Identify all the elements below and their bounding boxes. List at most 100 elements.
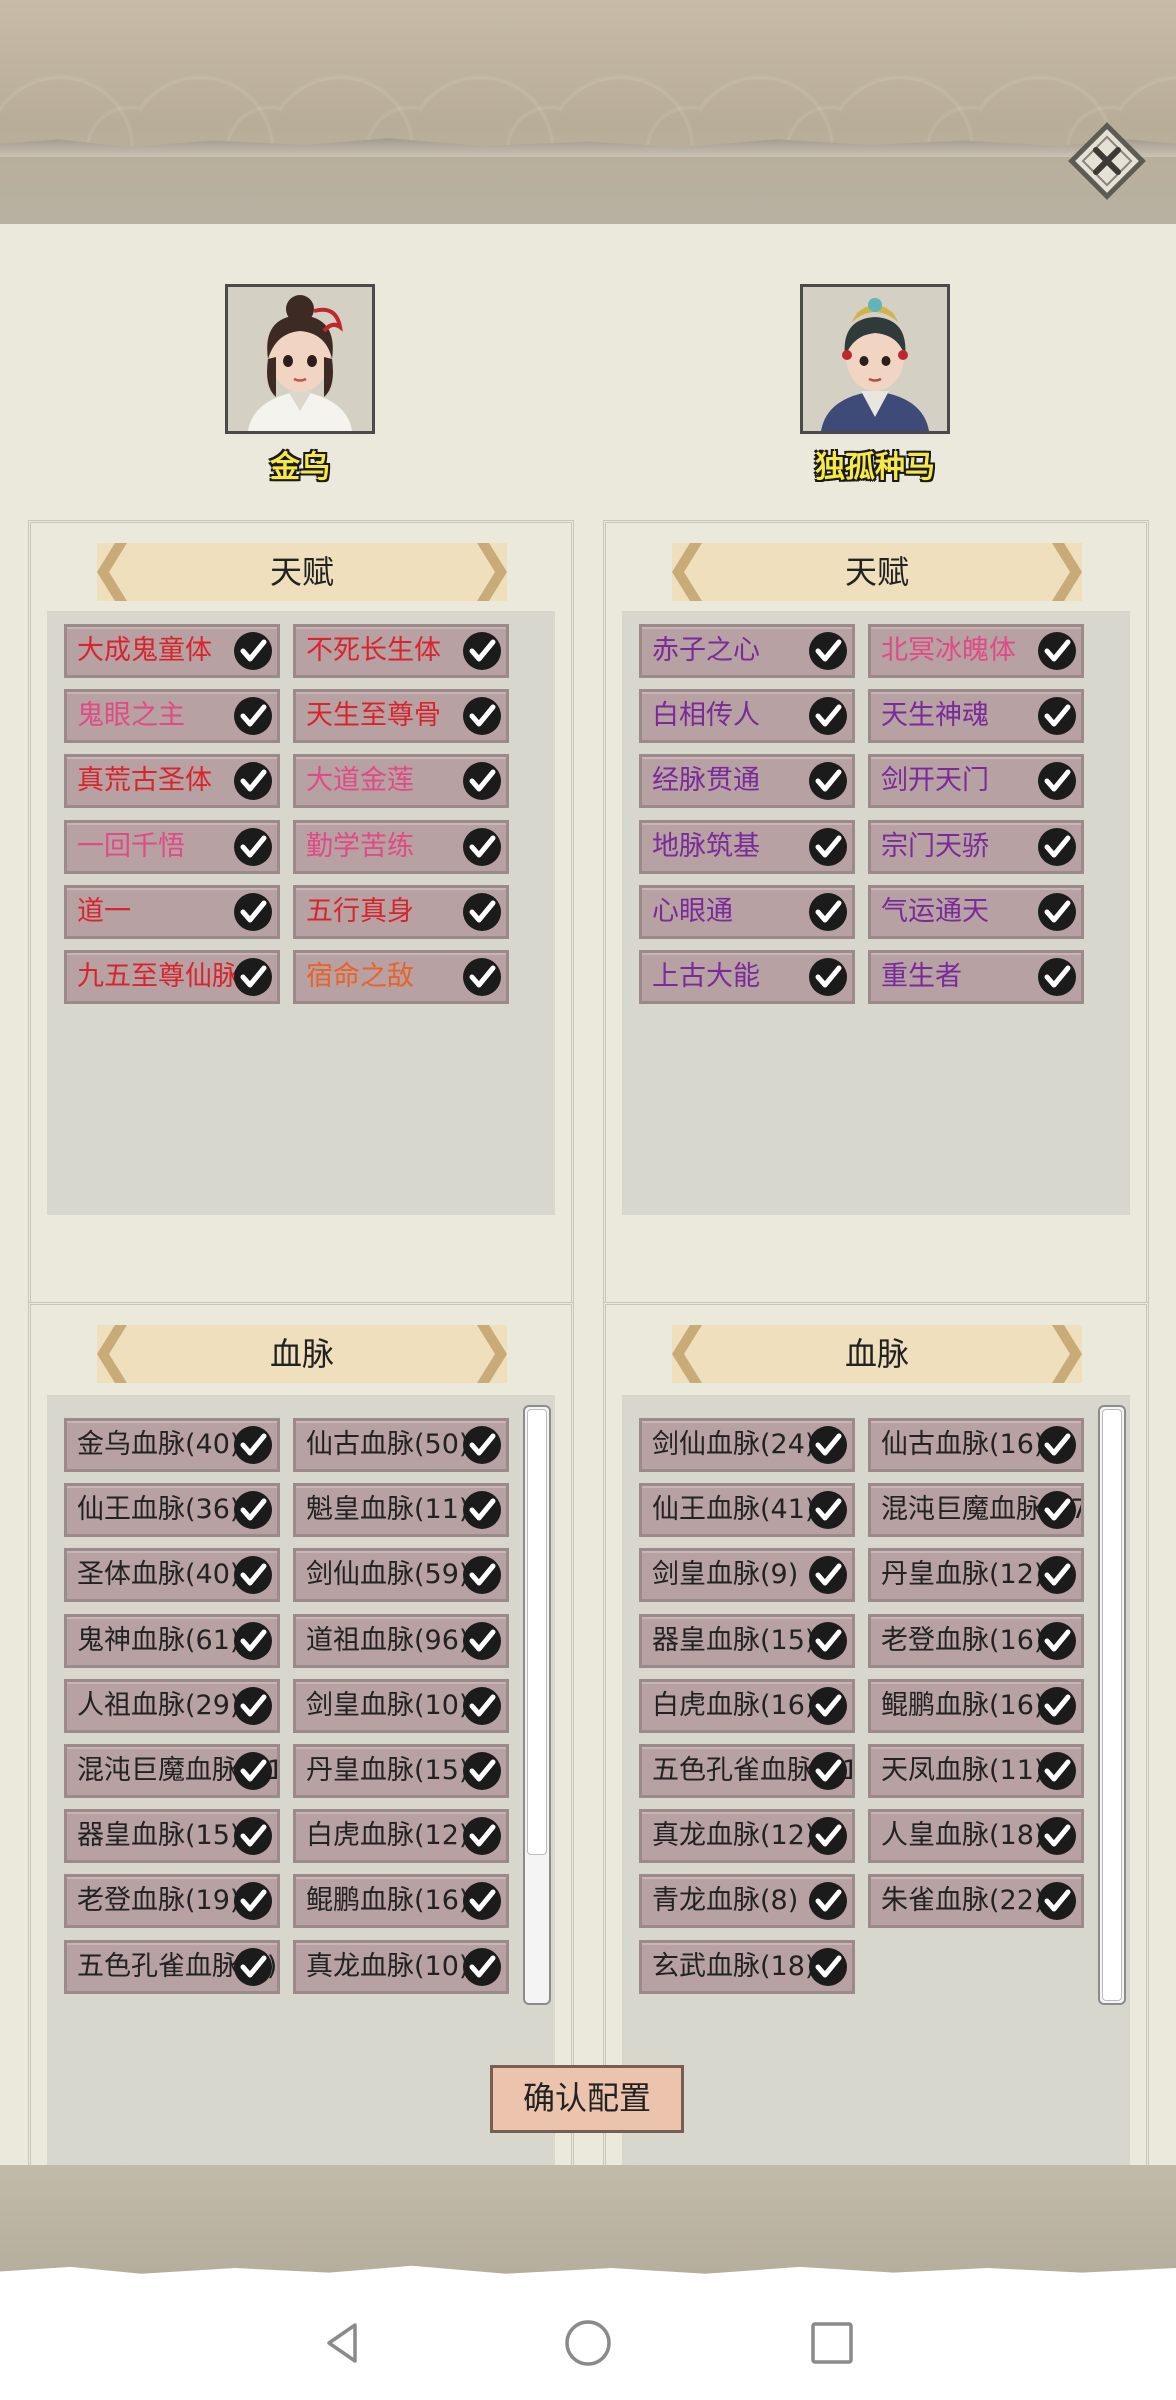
talent-item[interactable]: 赤子之心 <box>639 624 855 678</box>
character-name: 金乌 <box>270 450 330 485</box>
checkmark-icon <box>461 1489 503 1531</box>
bloodline-item[interactable]: 圣体血脉(40) <box>64 1548 280 1603</box>
checkmark-icon <box>232 826 274 868</box>
checkmark-icon <box>807 1750 849 1792</box>
talent-item[interactable]: 气运通天 <box>868 884 1084 939</box>
bloodline-label: 白虎血脉(12) <box>306 1820 470 1852</box>
talent-item[interactable]: 九五至尊仙脉 <box>64 950 280 1004</box>
nav-recents-button[interactable] <box>802 2313 862 2373</box>
talent-label: 北冥冰魄体 <box>881 635 1016 666</box>
bloodline-item[interactable]: 老登血脉(19) <box>64 1874 280 1929</box>
talent-item[interactable]: 天生至尊骨 <box>293 689 509 744</box>
checkmark-icon <box>232 1750 274 1792</box>
bloodline-item[interactable]: 五色孔雀血脉(21) <box>639 1744 855 1798</box>
bloodline-item[interactable]: 魁皇血脉(11) <box>293 1483 509 1538</box>
close-button[interactable] <box>1062 116 1152 206</box>
talent-item[interactable]: 大道金莲 <box>293 754 509 809</box>
talent-item[interactable]: 五行真身 <box>293 884 509 939</box>
bloodline-label: 仙古血脉(16) <box>881 1429 1045 1460</box>
checkmark-icon <box>807 1424 849 1466</box>
talent-item[interactable]: 道一 <box>64 884 280 939</box>
bloodline-item[interactable]: 金乌血脉(40) <box>64 1418 280 1472</box>
checkmark-icon <box>461 760 503 802</box>
bloodline-item[interactable]: 五色孔雀血脉(8) <box>64 1939 280 1994</box>
bloodline-item[interactable]: 鲲鹏血脉(16) <box>293 1874 509 1929</box>
bloodline-item[interactable]: 鬼神血脉(61) <box>64 1613 280 1668</box>
bloodline-item[interactable]: 丹皇血脉(15) <box>293 1744 509 1798</box>
checkmark-icon <box>232 760 274 802</box>
nav-back-button[interactable] <box>313 2313 373 2373</box>
bloodline-item[interactable]: 鲲鹏血脉(16) <box>868 1678 1084 1733</box>
checkmark-icon <box>807 1815 849 1857</box>
bloodline-item[interactable]: 混沌巨魔血脉(27) <box>868 1483 1084 1538</box>
nav-home-button[interactable] <box>558 2313 618 2373</box>
talent-label: 一回千悟 <box>77 830 185 862</box>
bloodline-label: 道祖血脉(96) <box>306 1624 470 1656</box>
talent-item[interactable]: 勤学苦练 <box>293 819 509 874</box>
bloodline-item[interactable]: 人祖血脉(29) <box>64 1678 280 1733</box>
talent-item[interactable]: 一回千悟 <box>64 819 280 874</box>
bloodline-item[interactable]: 器皇血脉(15) <box>64 1809 280 1864</box>
checkmark-icon <box>807 1685 849 1727</box>
bloodline-item[interactable]: 剑仙血脉(24) <box>639 1418 855 1472</box>
talent-item[interactable]: 剑开天门 <box>868 754 1084 809</box>
talent-label: 大成鬼童体 <box>77 635 212 666</box>
bloodline-item[interactable]: 天凤血脉(11) <box>868 1744 1084 1798</box>
scrollbar-right[interactable] <box>1098 1405 1126 2005</box>
talent-item[interactable]: 真荒古圣体 <box>64 754 280 809</box>
chevron-right-icon <box>1052 1325 1082 1383</box>
bloodline-label: 天凤血脉(11) <box>881 1755 1045 1786</box>
checkmark-icon <box>461 1946 503 1988</box>
bloodline-item[interactable]: 仙古血脉(50) <box>293 1418 509 1472</box>
talent-item[interactable]: 上古大能 <box>639 950 855 1004</box>
talent-item[interactable]: 天生神魂 <box>868 689 1084 744</box>
bloodline-item[interactable]: 朱雀血脉(22) <box>868 1874 1084 1929</box>
bloodline-item[interactable]: 玄武血脉(18) <box>639 1939 855 1994</box>
talent-item[interactable]: 大成鬼童体 <box>64 624 280 678</box>
checkmark-icon <box>232 1815 274 1857</box>
talent-item[interactable]: 心眼通 <box>639 884 855 939</box>
talent-item[interactable]: 宿命之敌 <box>293 950 509 1004</box>
male-portrait-icon <box>803 287 947 431</box>
scroll-thumb[interactable] <box>1102 1409 1122 2001</box>
talent-item[interactable]: 宗门天骄 <box>868 819 1084 874</box>
talent-item[interactable]: 不死长生体 <box>293 624 509 678</box>
bloodline-item[interactable]: 仙古血脉(16) <box>868 1418 1084 1472</box>
talent-item[interactable]: 白相传人 <box>639 689 855 744</box>
female-portrait-icon <box>228 287 372 431</box>
confirm-config-button[interactable]: 确认配置 <box>490 2065 684 2133</box>
bloodline-item[interactable]: 真龙血脉(10) <box>293 1939 509 1994</box>
talent-label: 天生神魂 <box>881 700 989 732</box>
bloodline-item[interactable]: 仙王血脉(36) <box>64 1483 280 1538</box>
scrollbar-left[interactable] <box>523 1405 551 2005</box>
bloodline-item[interactable]: 老登血脉(16) <box>868 1613 1084 1668</box>
checkmark-icon <box>1036 760 1078 802</box>
checkmark-icon <box>807 1489 849 1531</box>
bloodline-item[interactable]: 白虎血脉(12) <box>293 1809 509 1864</box>
talent-item[interactable]: 北冥冰魄体 <box>868 624 1084 678</box>
bloodline-label: 鲲鹏血脉(16) <box>306 1885 470 1917</box>
bloodline-label: 剑仙血脉(24) <box>652 1429 816 1460</box>
talent-item[interactable]: 经脉贯通 <box>639 754 855 809</box>
bloodline-item[interactable]: 剑仙血脉(59) <box>293 1548 509 1603</box>
scroll-thumb[interactable] <box>527 1409 547 1855</box>
checkmark-icon <box>232 1946 274 1988</box>
bloodline-item[interactable]: 剑皇血脉(9) <box>639 1548 855 1603</box>
bloodline-label: 丹皇血脉(15) <box>306 1755 470 1786</box>
character-right: 独孤种马 <box>800 284 950 486</box>
bloodline-item[interactable]: 剑皇血脉(10) <box>293 1678 509 1733</box>
bloodline-item[interactable]: 真龙血脉(12) <box>639 1809 855 1864</box>
talent-item[interactable]: 重生者 <box>868 950 1084 1004</box>
bloodline-item[interactable]: 青龙血脉(8) <box>639 1874 855 1929</box>
bloodline-item[interactable]: 丹皇血脉(12) <box>868 1548 1084 1603</box>
talent-item[interactable]: 鬼眼之主 <box>64 689 280 744</box>
bloodline-item[interactable]: 器皇血脉(15) <box>639 1613 855 1668</box>
bloodline-item[interactable]: 仙王血脉(41) <box>639 1483 855 1538</box>
bloodline-item[interactable]: 人皇血脉(18) <box>868 1809 1084 1864</box>
bloodline-item[interactable]: 道祖血脉(96) <box>293 1613 509 1668</box>
talent-item[interactable]: 地脉筑基 <box>639 819 855 874</box>
bloodline-item[interactable]: 混沌巨魔血脉(21) <box>64 1744 280 1798</box>
talent-label: 道一 <box>77 895 131 927</box>
checkmark-icon <box>232 1685 274 1727</box>
bloodline-item[interactable]: 白虎血脉(16) <box>639 1678 855 1733</box>
